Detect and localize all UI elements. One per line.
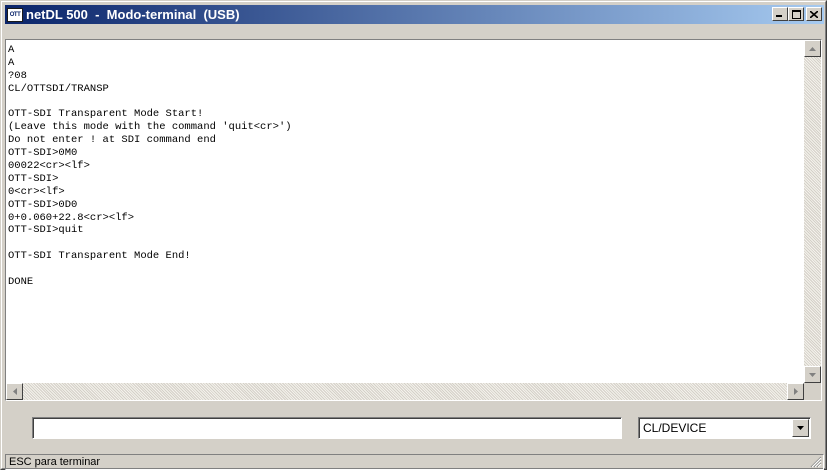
horizontal-scrollbar[interactable] [6,383,804,400]
close-icon [810,10,818,18]
size-grip-icon[interactable] [810,456,822,468]
maximize-icon [791,9,801,19]
scroll-up-button[interactable] [804,40,821,57]
terminal-line: Do not enter ! at SDI command end [8,134,216,147]
scroll-down-button[interactable] [804,366,821,383]
terminal-line: OTT-SDI>0D0 [8,198,78,211]
terminal-line: OTT-SDI>quit [8,224,84,237]
status-bar: ESC para terminar [5,454,824,470]
terminal-line: (Leave this mode with the command 'quit<… [8,121,292,134]
terminal-line: OTT-SDI Transparent Mode Start! [8,108,204,121]
terminal-line: 0<cr><lf> [8,185,65,198]
terminal-line: 0+0.060+22.8<cr><lf> [8,211,135,224]
close-button[interactable] [806,7,822,21]
status-text: ESC para terminar [9,456,101,468]
scroll-corner [804,383,821,400]
maximize-button[interactable] [788,7,804,21]
terminal-text: A A ?08 CL/OTTSDI/TRANSP OTT-SDI Transparent… [8,44,801,380]
arrow-up-icon [809,46,816,51]
terminal-line: ?08 [8,69,27,82]
terminal-line: A [8,56,15,69]
vertical-scrollbar[interactable] [804,40,821,383]
terminal-output[interactable]: A A ?08 CL/OTTSDI/TRANSP OTT-SDI Transparent… [5,39,822,401]
window-title: netDL 500 - Modo-terminal (USB) [26,7,240,22]
command-select[interactable]: CL/DEVICE [638,417,811,439]
title-bar[interactable]: OTT netDL 500 - Modo-terminal (USB) [5,5,824,24]
terminal-line: OTT-SDI> [8,172,59,185]
window-frame: OTT netDL 500 - Modo-terminal (USB) A A … [1,1,826,470]
terminal-line: 00022<cr><lf> [8,160,90,173]
command-select-dropdown-button[interactable] [792,419,809,437]
terminal-window: OTT netDL 500 - Modo-terminal (USB) A A … [0,0,827,470]
command-input[interactable] [32,417,622,439]
terminal-line: DONE [8,276,34,289]
command-select-value: CL/DEVICE [643,421,707,435]
terminal-line: OTT-SDI Transparent Mode End! [8,250,191,263]
app-icon[interactable]: OTT [7,7,23,22]
window-controls [772,7,822,21]
scroll-right-button[interactable] [787,383,804,400]
chevron-down-icon [797,426,804,430]
arrow-left-icon [12,388,17,395]
arrow-right-icon [793,388,798,395]
arrow-down-icon [809,372,816,377]
terminal-line: CL/OTTSDI/TRANSP [8,82,109,95]
minimize-button[interactable] [772,7,788,21]
scroll-left-button[interactable] [6,383,23,400]
terminal-line: OTT-SDI>0M0 [8,147,78,160]
terminal-line: A [8,44,15,56]
minimize-icon [776,15,782,17]
